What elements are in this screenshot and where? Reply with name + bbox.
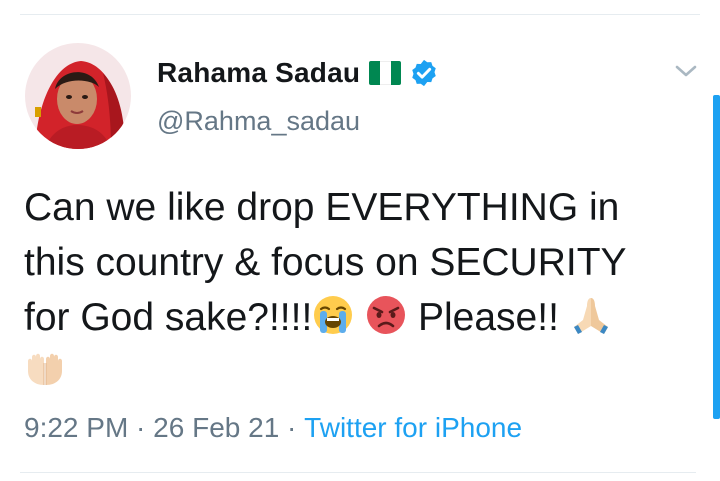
top-divider (20, 14, 700, 15)
nigeria-flag-icon (369, 61, 402, 85)
bottom-divider (20, 472, 696, 473)
folded-hands-icon (570, 294, 612, 336)
verified-badge-icon (412, 59, 436, 87)
tweet-date[interactable]: 26 Feb 21 (153, 412, 279, 444)
scrollbar[interactable] (713, 95, 720, 419)
avatar-image (25, 43, 131, 149)
tweet-line-3-prefix: for God sake?!!!! (24, 296, 313, 339)
tweet-line-2: this country & focus on SECURITY (24, 241, 627, 284)
author-name-row: Rahama Sadau (157, 56, 439, 90)
display-name[interactable]: Rahama Sadau (157, 57, 360, 89)
tweet-meta: 9:22 PM · 26 Feb 21 · Twitter for iPhone (24, 412, 522, 444)
tweet-line-1: Can we like drop EVERYTHING in (24, 186, 620, 229)
meta-separator: · (279, 412, 305, 443)
tweet-text: Can we like drop EVERYTHING in this coun… (24, 180, 699, 400)
avatar[interactable] (25, 43, 131, 149)
author-handle[interactable]: @Rahma_sadau (157, 106, 360, 137)
palms-up-together-icon (24, 349, 66, 391)
tweet-line-3-suffix: Please!! (407, 296, 570, 339)
chevron-down-icon[interactable] (675, 62, 697, 80)
pouting-face-icon (365, 294, 407, 336)
loudly-crying-face-icon (312, 294, 354, 336)
tweet-source-link[interactable]: Twitter for iPhone (304, 412, 522, 444)
meta-separator: · (128, 412, 154, 443)
tweet-time[interactable]: 9:22 PM (24, 412, 128, 444)
